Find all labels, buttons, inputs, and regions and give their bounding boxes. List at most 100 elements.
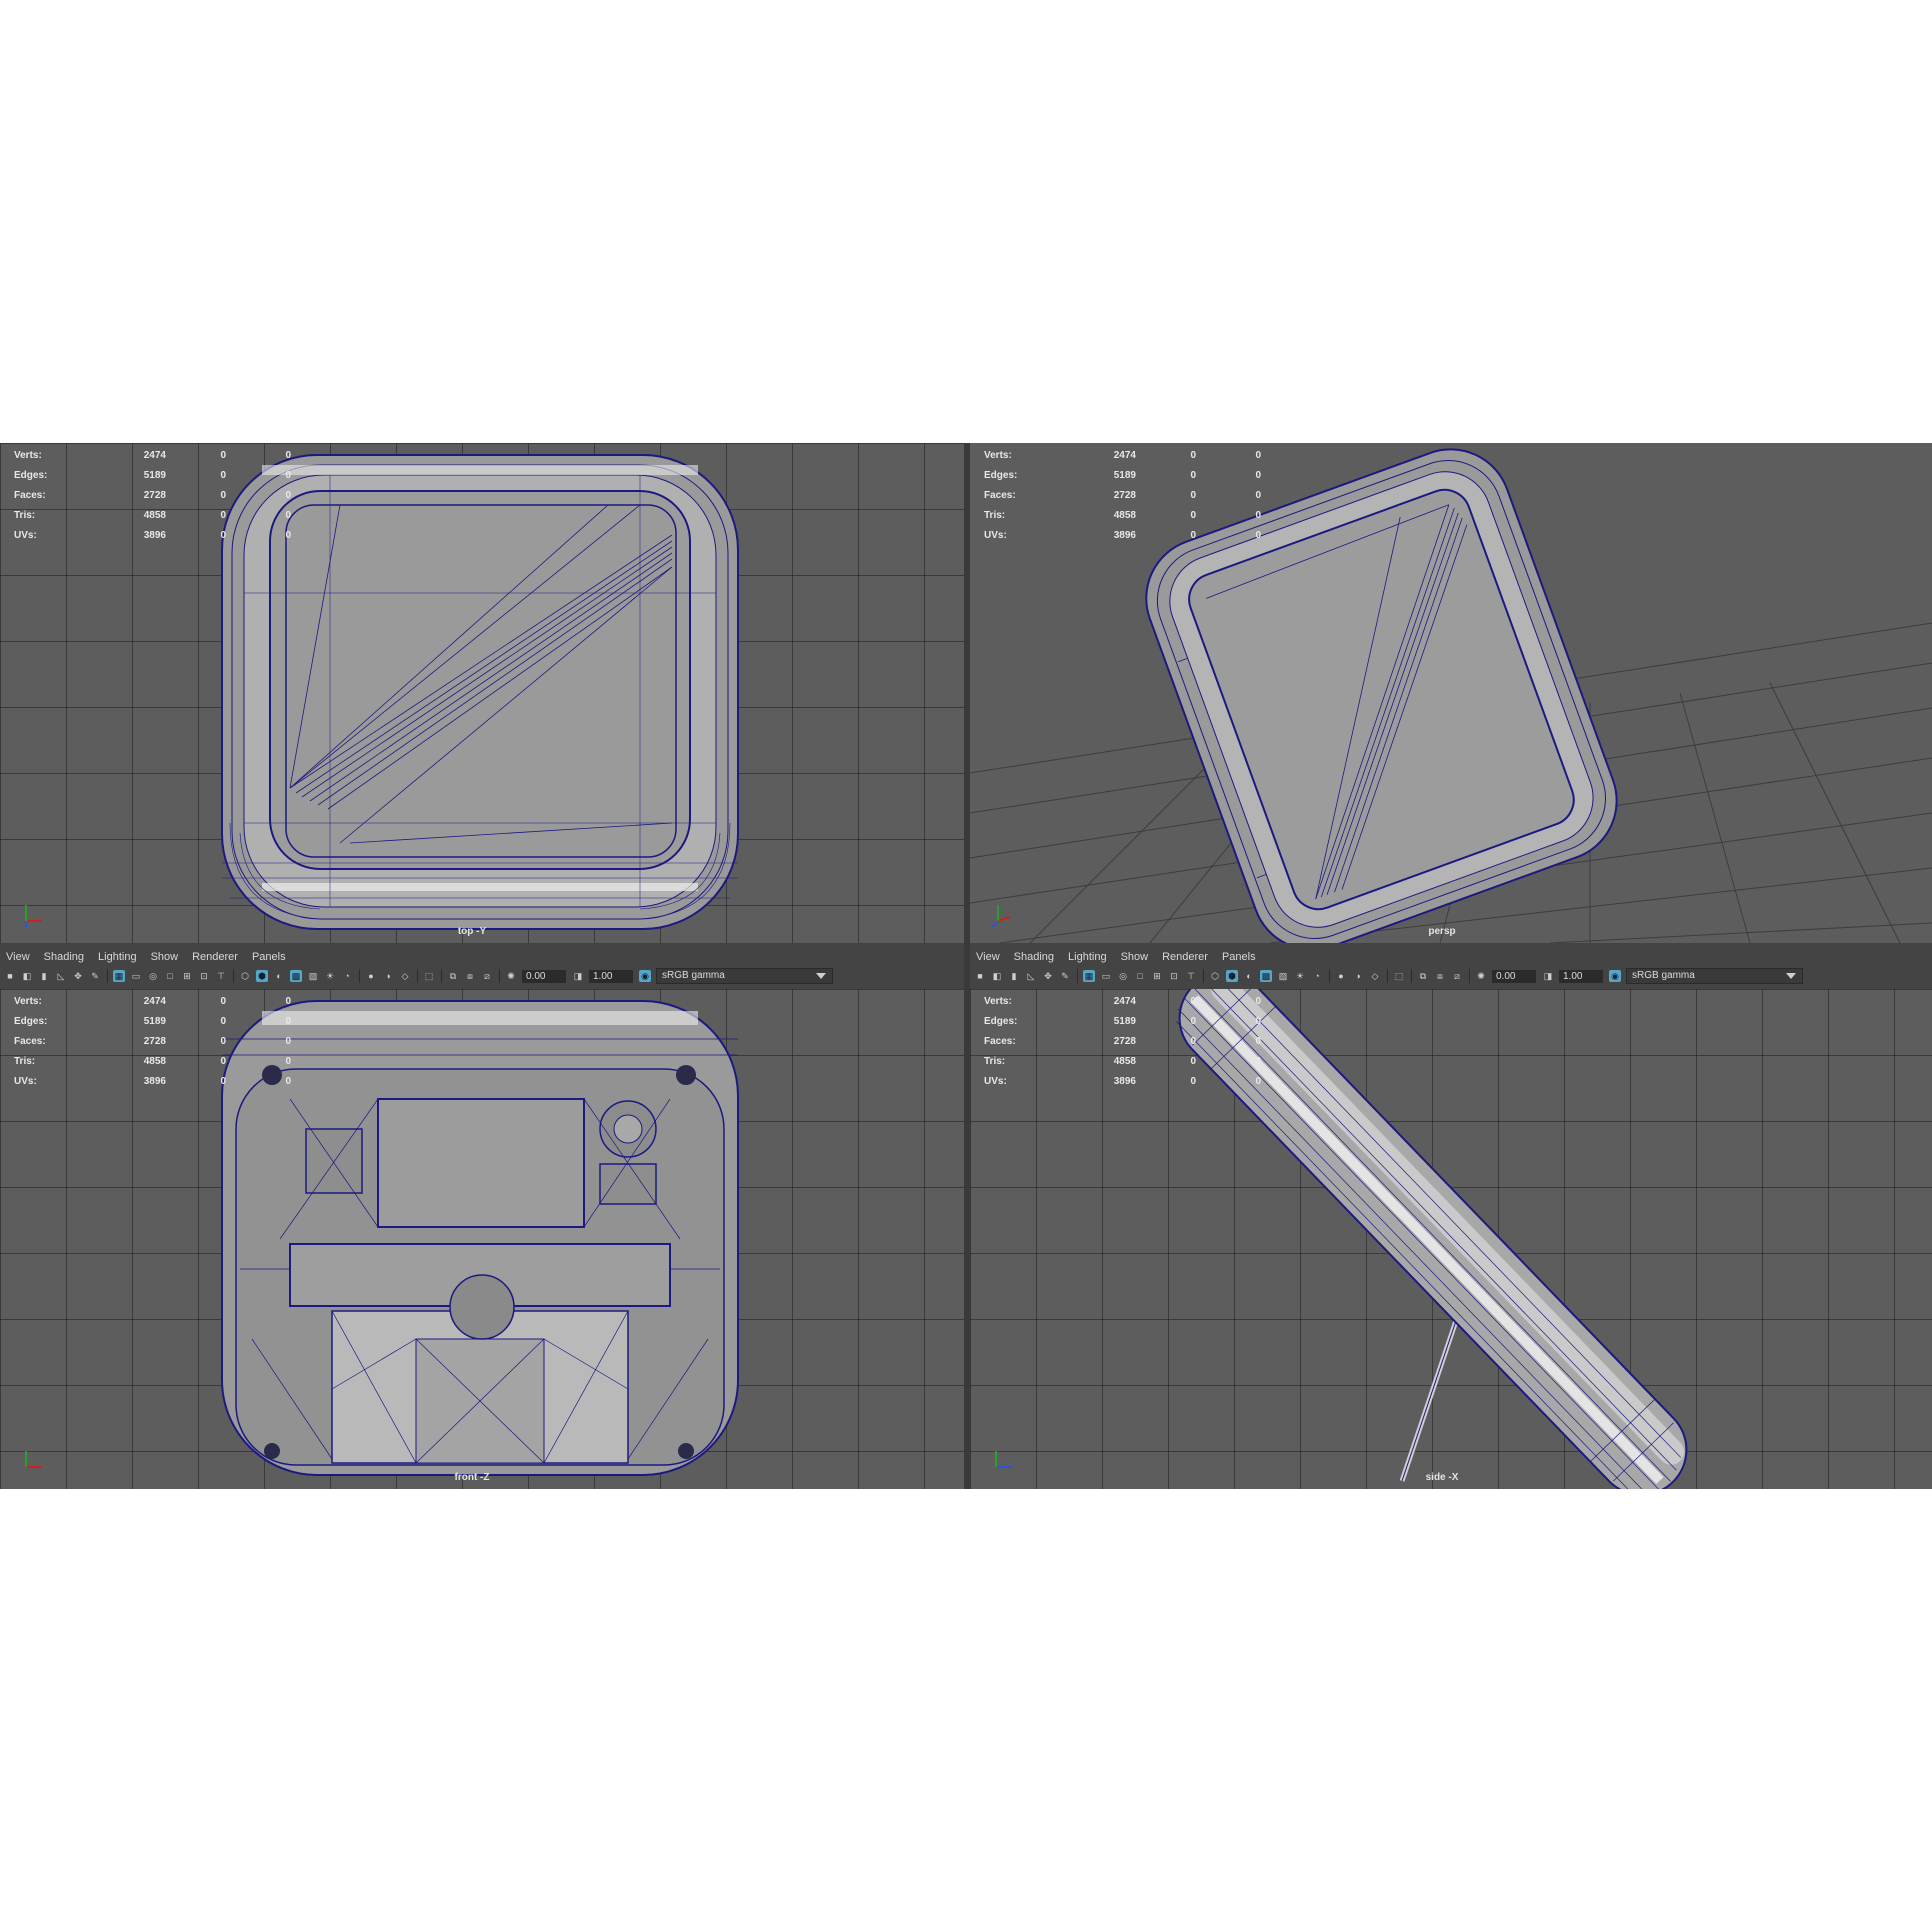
axis-gizmo-icon bbox=[25, 905, 42, 927]
menu-panels[interactable]: Panels bbox=[1222, 951, 1256, 963]
resolution-gate-icon[interactable]: ◎ bbox=[1117, 970, 1129, 982]
exposure-field[interactable]: 0.00 bbox=[522, 969, 566, 983]
stat-total: 2474 bbox=[143, 450, 166, 461]
exposure-icon[interactable]: ✺ bbox=[1475, 970, 1487, 982]
xray-active-icon[interactable]: ⧈ bbox=[464, 970, 476, 982]
gate-mask-icon[interactable]: □ bbox=[1134, 970, 1146, 982]
stat-total: 4858 bbox=[1113, 510, 1136, 521]
grease-pencil-icon[interactable]: ✎ bbox=[89, 970, 101, 982]
default-material-icon[interactable]: ◐ bbox=[1243, 970, 1255, 982]
stat-selected: 0 bbox=[220, 1036, 226, 1047]
menu-view[interactable]: View bbox=[6, 951, 30, 963]
menu-panels[interactable]: Panels bbox=[252, 951, 286, 963]
bookmark-icon[interactable]: ▮ bbox=[1008, 970, 1020, 982]
stat-uv: 0 bbox=[285, 530, 291, 541]
film-gate-icon[interactable]: ▭ bbox=[1100, 970, 1112, 982]
chevron-down-icon bbox=[816, 973, 826, 979]
color-management-icon[interactable]: ◉ bbox=[639, 970, 651, 982]
camera-label: front -Z bbox=[454, 1472, 490, 1483]
stat-row: Edges: 5189 0 0 bbox=[14, 1012, 291, 1032]
stat-uv: 0 bbox=[285, 490, 291, 501]
xray-joints-icon[interactable]: ⧄ bbox=[481, 970, 493, 982]
textured-icon[interactable]: ▨ bbox=[307, 970, 319, 982]
safe-action-icon[interactable]: ⊡ bbox=[198, 970, 210, 982]
color-space-dropdown[interactable]: sRGB gamma bbox=[656, 968, 833, 984]
film-gate-icon[interactable]: ▭ bbox=[130, 970, 142, 982]
stat-row: Edges: 5189 0 0 bbox=[14, 466, 291, 486]
exposure-field[interactable]: 0.00 bbox=[1492, 969, 1536, 983]
safe-title-icon[interactable]: ⊤ bbox=[1185, 970, 1197, 982]
safe-title-icon[interactable]: ⊤ bbox=[215, 970, 227, 982]
ambient-occlusion-icon[interactable]: ● bbox=[1335, 970, 1347, 982]
pan-zoom-icon[interactable]: ✥ bbox=[1042, 970, 1054, 982]
smooth-shade-icon[interactable]: ⬢ bbox=[1226, 970, 1238, 982]
grease-pencil-icon[interactable]: ✎ bbox=[1059, 970, 1071, 982]
shadows-icon[interactable]: ◔ bbox=[1311, 970, 1323, 982]
gamma-icon[interactable]: ◨ bbox=[572, 970, 584, 982]
exposure-icon[interactable]: ✺ bbox=[505, 970, 517, 982]
viewport-persp[interactable]: Verts: 2474 0 0 Edges: 5189 0 0 Faces: 2728 0 0 Tris… bbox=[970, 443, 1932, 943]
gamma-field[interactable]: 1.00 bbox=[589, 969, 633, 983]
stat-total: 3896 bbox=[143, 1076, 166, 1087]
anti-aliasing-icon[interactable]: ◇ bbox=[399, 970, 411, 982]
viewport-top[interactable]: Verts: 2474 0 0 Edges: 5189 0 0 Faces: 2728 0 0 Tris… bbox=[0, 443, 964, 943]
menu-show[interactable]: Show bbox=[151, 951, 179, 963]
wireframe-icon[interactable]: ⬡ bbox=[239, 970, 251, 982]
grid-icon[interactable]: ▦ bbox=[113, 970, 125, 982]
menu-view[interactable]: View bbox=[976, 951, 1000, 963]
isolate-select-icon[interactable]: ⬚ bbox=[423, 970, 435, 982]
image-plane-icon[interactable]: ◺ bbox=[55, 970, 67, 982]
camera-icon[interactable]: ■ bbox=[974, 970, 986, 982]
field-chart-icon[interactable]: ⊞ bbox=[181, 970, 193, 982]
xray-active-icon[interactable]: ⧈ bbox=[1434, 970, 1446, 982]
viewport-front[interactable]: Verts: 2474 0 0 Edges: 5189 0 0 Faces: 2728 0 0 Tris… bbox=[0, 989, 964, 1489]
camera-icon[interactable]: ■ bbox=[4, 970, 16, 982]
image-plane-icon[interactable]: ◺ bbox=[1025, 970, 1037, 982]
poly-count-hud: Verts: 2474 0 0 Edges: 5189 0 0 Faces: 2728 0 0 Tris… bbox=[14, 992, 291, 1092]
menu-renderer[interactable]: Renderer bbox=[1162, 951, 1208, 963]
motion-blur-icon[interactable]: ◑ bbox=[1352, 970, 1364, 982]
ambient-occlusion-icon[interactable]: ● bbox=[365, 970, 377, 982]
camera-attributes-icon[interactable]: ◧ bbox=[991, 970, 1003, 982]
menu-lighting[interactable]: Lighting bbox=[1068, 951, 1107, 963]
camera-attributes-icon[interactable]: ◧ bbox=[21, 970, 33, 982]
field-chart-icon[interactable]: ⊞ bbox=[1151, 970, 1163, 982]
xray-icon[interactable]: ⧉ bbox=[447, 970, 459, 982]
textured-icon[interactable]: ▨ bbox=[1277, 970, 1289, 982]
default-material-icon[interactable]: ◐ bbox=[273, 970, 285, 982]
bookmark-icon[interactable]: ▮ bbox=[38, 970, 50, 982]
menu-renderer[interactable]: Renderer bbox=[192, 951, 238, 963]
viewport-side[interactable]: Verts: 2474 0 0 Edges: 5189 0 0 Faces: 2728 0 0 Tris… bbox=[970, 989, 1932, 1489]
anti-aliasing-icon[interactable]: ◇ bbox=[1369, 970, 1381, 982]
gamma-field[interactable]: 1.00 bbox=[1559, 969, 1603, 983]
stat-uv: 0 bbox=[1255, 530, 1261, 541]
shadows-icon[interactable]: ◔ bbox=[341, 970, 353, 982]
pan-zoom-icon[interactable]: ✥ bbox=[72, 970, 84, 982]
color-management-icon[interactable]: ◉ bbox=[1609, 970, 1621, 982]
safe-action-icon[interactable]: ⊡ bbox=[1168, 970, 1180, 982]
resolution-gate-icon[interactable]: ◎ bbox=[147, 970, 159, 982]
menu-lighting[interactable]: Lighting bbox=[98, 951, 137, 963]
motion-blur-icon[interactable]: ◑ bbox=[382, 970, 394, 982]
maya-four-view-window: Verts: 2474 0 0 Edges: 5189 0 0 Faces: 2728 0 0 Tris… bbox=[0, 443, 1932, 1489]
menu-shading[interactable]: Shading bbox=[44, 951, 84, 963]
wireframe-on-shaded-icon[interactable]: ▩ bbox=[1260, 970, 1272, 982]
xray-icon[interactable]: ⧉ bbox=[1417, 970, 1429, 982]
stat-label: Verts: bbox=[14, 996, 42, 1007]
grid-icon[interactable]: ▦ bbox=[1083, 970, 1095, 982]
color-space-dropdown[interactable]: sRGB gamma bbox=[1626, 968, 1803, 984]
lights-icon[interactable]: ☀ bbox=[324, 970, 336, 982]
wireframe-on-shaded-icon[interactable]: ▩ bbox=[290, 970, 302, 982]
smooth-shade-icon[interactable]: ⬢ bbox=[256, 970, 268, 982]
gate-mask-icon[interactable]: □ bbox=[164, 970, 176, 982]
stat-total: 4858 bbox=[143, 1056, 166, 1067]
menu-shading[interactable]: Shading bbox=[1014, 951, 1054, 963]
stat-label: Faces: bbox=[14, 490, 46, 501]
gamma-icon[interactable]: ◨ bbox=[1542, 970, 1554, 982]
lights-icon[interactable]: ☀ bbox=[1294, 970, 1306, 982]
wireframe-icon[interactable]: ⬡ bbox=[1209, 970, 1221, 982]
xray-joints-icon[interactable]: ⧄ bbox=[1451, 970, 1463, 982]
isolate-select-icon[interactable]: ⬚ bbox=[1393, 970, 1405, 982]
menu-show[interactable]: Show bbox=[1121, 951, 1149, 963]
stat-label: Verts: bbox=[14, 450, 42, 461]
